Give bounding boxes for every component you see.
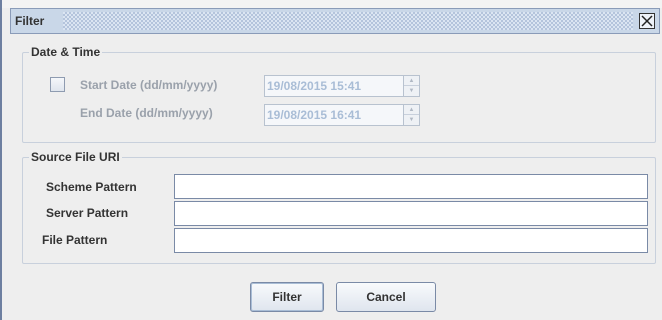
end-date-spinner[interactable]: 19/08/2015 16:41 ▲ ▼ [264,104,420,126]
window-title: Filter [15,14,45,28]
cancel-button[interactable]: Cancel [336,282,436,312]
end-date-label: End Date (dd/mm/yyyy) [80,106,213,120]
scheme-pattern-input[interactable] [174,174,648,199]
close-icon [641,15,653,27]
file-pattern-input[interactable] [174,228,648,253]
start-date-label: Start Date (dd/mm/yyyy) [80,78,218,92]
start-date-value: 19/08/2015 15:41 [267,79,362,93]
date-time-legend: Date & Time [31,45,101,59]
end-date-spin-buttons: ▲ ▼ [403,105,419,125]
filter-button[interactable]: Filter [250,282,324,312]
chevron-up-icon[interactable]: ▲ [404,76,419,86]
scheme-pattern-label: Scheme Pattern [46,180,137,194]
close-button[interactable] [639,13,655,29]
chevron-down-icon[interactable]: ▼ [404,86,419,96]
server-pattern-label: Server Pattern [46,206,129,220]
date-range-checkbox[interactable] [50,77,65,92]
filter-dialog: Filter Date & Time Start Date (dd/mm/yyy… [0,0,662,320]
end-date-value: 19/08/2015 16:41 [267,108,362,122]
title-bar[interactable]: Filter [10,8,660,34]
start-date-spinner[interactable]: 19/08/2015 15:41 ▲ ▼ [264,75,420,97]
start-date-spin-buttons: ▲ ▼ [403,76,419,96]
window-top-edge [2,0,662,8]
title-bar-texture [63,12,633,30]
chevron-down-icon[interactable]: ▼ [404,115,419,125]
server-pattern-input[interactable] [174,201,648,226]
source-file-uri-legend: Source File URI [31,150,120,164]
file-pattern-label: File Pattern [42,233,108,247]
chevron-up-icon[interactable]: ▲ [404,105,419,115]
